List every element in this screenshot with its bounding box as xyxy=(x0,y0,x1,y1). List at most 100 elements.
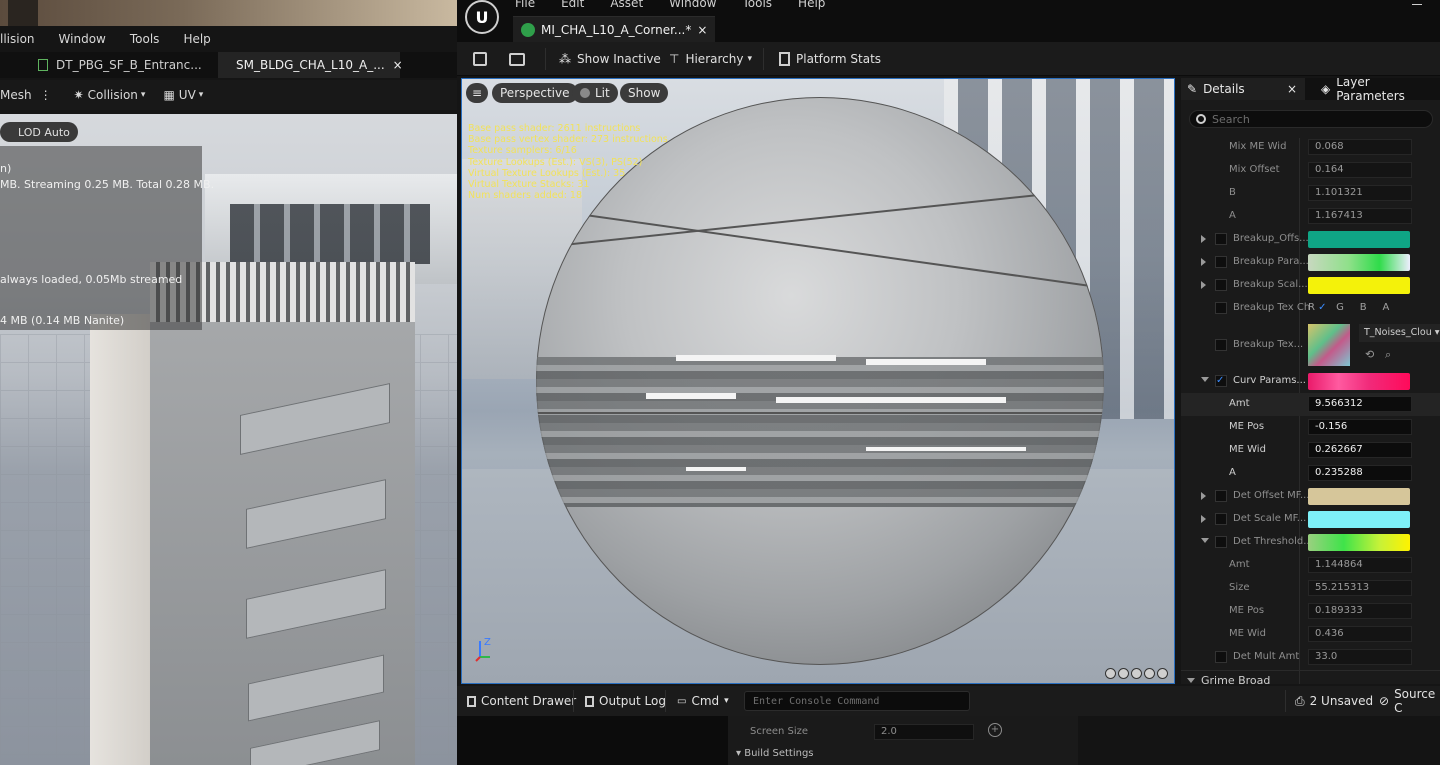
teapot-preview-icon[interactable] xyxy=(1157,668,1168,679)
lod-auto-button[interactable]: LOD Auto xyxy=(0,122,78,142)
lit-button[interactable]: Lit xyxy=(572,83,618,103)
color-swatch[interactable] xyxy=(1308,511,1410,528)
tab-material-instance[interactable]: MI_CHA_L10_A_Corner...* × xyxy=(513,16,716,42)
perspective-button[interactable]: Perspective xyxy=(492,83,578,103)
param-value-field[interactable]: 0.189333 xyxy=(1308,603,1412,619)
color-swatch[interactable] xyxy=(1308,534,1410,551)
menu-tools[interactable]: Tools xyxy=(130,32,160,46)
close-icon[interactable]: × xyxy=(1287,82,1297,96)
menu-tools[interactable]: Tools xyxy=(742,0,772,10)
expand-arrow-icon[interactable] xyxy=(1201,281,1206,289)
tab-close-icon[interactable]: × xyxy=(393,58,403,72)
texture-asset-picker[interactable]: T_Noises_Clou ▾ xyxy=(1359,324,1440,342)
hierarchy-dropdown[interactable]: ⊤ Hierarchy ▾ xyxy=(669,42,752,76)
cube-preview-icon[interactable] xyxy=(1144,668,1155,679)
override-checkbox[interactable] xyxy=(1215,256,1227,268)
color-swatch[interactable] xyxy=(1308,488,1410,505)
console-placeholder: Enter Console Command xyxy=(753,695,880,707)
param-value-field[interactable]: 0.262667 xyxy=(1308,442,1412,458)
cylinder-preview-icon[interactable] xyxy=(1105,668,1116,679)
channel-a[interactable]: A xyxy=(1383,302,1390,313)
channel-r[interactable]: R xyxy=(1308,302,1315,313)
screen-size-field[interactable]: 2.0 xyxy=(874,724,974,740)
source-control-button[interactable]: ⊘ Source C xyxy=(1379,686,1440,716)
texture-thumbnail[interactable] xyxy=(1308,324,1350,366)
sphere-preview-icon[interactable] xyxy=(1118,668,1129,679)
override-checkbox[interactable] xyxy=(1215,513,1227,525)
color-swatch[interactable] xyxy=(1308,231,1410,248)
override-checkbox[interactable] xyxy=(1215,279,1227,291)
param-value-field[interactable]: 0.068 xyxy=(1308,139,1412,155)
override-checkbox[interactable] xyxy=(1215,536,1227,548)
collapse-arrow-icon[interactable] xyxy=(1201,538,1209,543)
override-checkbox-checked[interactable]: ✓ xyxy=(1215,375,1227,387)
param-value-field[interactable]: 1.101321 xyxy=(1308,185,1412,201)
browse-asset-icon[interactable]: ⌕ xyxy=(1385,348,1391,362)
param-value-field[interactable]: 0.235288 xyxy=(1308,465,1412,481)
add-icon[interactable]: + xyxy=(988,723,1002,737)
expand-arrow-icon[interactable] xyxy=(1201,258,1206,266)
param-value-field[interactable]: 0.164 xyxy=(1308,162,1412,178)
tab-details[interactable]: ✎ Details × xyxy=(1181,78,1305,100)
tab-sm-bldg[interactable]: SM_BLDG_CHA_L10_A_... × xyxy=(218,52,403,78)
menu-window[interactable]: Window xyxy=(669,0,716,10)
menu-edit[interactable]: Edit xyxy=(561,0,584,10)
override-checkbox[interactable] xyxy=(1215,651,1227,663)
override-checkbox[interactable] xyxy=(1215,233,1227,245)
color-swatch[interactable] xyxy=(1308,373,1410,390)
override-checkbox[interactable] xyxy=(1215,302,1227,314)
save-button[interactable] xyxy=(473,42,487,76)
platform-stats-button[interactable]: Platform Stats xyxy=(779,42,881,76)
mesh-viewport[interactable]: LOD Auto n) MB. Streaming 0.25 MB. Total… xyxy=(0,114,457,765)
mesh-menu[interactable]: Mesh ⋮ xyxy=(0,88,52,102)
param-value-field[interactable]: 1.167413 xyxy=(1308,208,1412,224)
collision-dropdown[interactable]: ✷ Collision ▾ xyxy=(74,88,146,102)
output-log-button[interactable]: Output Log xyxy=(585,686,666,716)
cmd-dropdown[interactable]: ▭ Cmd ▾ xyxy=(677,686,729,716)
unreal-logo-icon[interactable]: U xyxy=(465,0,499,34)
console-command-input[interactable]: Enter Console Command xyxy=(744,691,970,711)
uv-dropdown[interactable]: ▦ UV ▾ xyxy=(163,88,203,102)
plane-preview-icon[interactable] xyxy=(1131,668,1142,679)
details-search-input[interactable]: Search xyxy=(1189,110,1433,128)
tab-close-icon[interactable]: × xyxy=(697,23,707,37)
menu-help[interactable]: Help xyxy=(798,0,825,10)
tab-layer-parameters[interactable]: ◈ Layer Parameters xyxy=(1321,78,1440,103)
color-swatch[interactable] xyxy=(1308,254,1410,271)
param-value-field[interactable]: 55.215313 xyxy=(1308,580,1412,596)
material-preview-viewport[interactable]: ≡ Perspective Lit Show Base pass shader:… xyxy=(461,78,1175,684)
build-settings-group[interactable]: ▾ Build Settings xyxy=(736,748,814,759)
minimize-icon[interactable] xyxy=(1412,4,1422,5)
override-checkbox[interactable] xyxy=(1215,490,1227,502)
show-button[interactable]: Show xyxy=(620,83,669,103)
viewport-menu-button[interactable]: ≡ xyxy=(466,83,488,103)
param-value-field[interactable]: -0.156 xyxy=(1308,419,1412,435)
expand-arrow-icon[interactable] xyxy=(1201,235,1206,243)
tab-dt-pbg[interactable]: DT_PBG_SF_B_Entranc... xyxy=(30,52,210,78)
menu-window[interactable]: Window xyxy=(59,32,106,46)
channel-g[interactable]: G xyxy=(1336,302,1344,313)
param-value-field[interactable]: 33.0 xyxy=(1308,649,1412,665)
content-drawer-button[interactable]: Content Drawer xyxy=(467,686,576,716)
collapse-arrow-icon[interactable] xyxy=(1187,678,1195,683)
param-group-grime-broad[interactable]: Grime Broad xyxy=(1181,670,1440,684)
collapse-arrow-icon[interactable] xyxy=(1201,377,1209,382)
menu-help[interactable]: Help xyxy=(183,32,210,46)
param-value-field[interactable]: 0.436 xyxy=(1308,626,1412,642)
expand-arrow-icon[interactable] xyxy=(1201,515,1206,523)
show-inactive-button[interactable]: ⁂ Show Inactive xyxy=(559,42,661,76)
browse-button[interactable] xyxy=(509,42,525,76)
override-checkbox[interactable] xyxy=(1215,339,1227,351)
stats-overlay xyxy=(0,146,202,330)
color-swatch[interactable] xyxy=(1308,277,1410,294)
menu-collision[interactable]: llision xyxy=(0,32,35,46)
menu-file[interactable]: File xyxy=(515,0,535,10)
param-value-field[interactable]: 9.566312 xyxy=(1308,396,1412,412)
unsaved-button[interactable]: ⎙ 2 Unsaved xyxy=(1295,686,1373,716)
channel-b[interactable]: B xyxy=(1360,302,1367,313)
channel-toggles[interactable]: R ✓ G B A xyxy=(1308,302,1389,313)
expand-arrow-icon[interactable] xyxy=(1201,492,1206,500)
menu-asset[interactable]: Asset xyxy=(610,0,643,10)
use-selected-icon[interactable]: ⟲ xyxy=(1365,348,1374,361)
param-value-field[interactable]: 1.144864 xyxy=(1308,557,1412,573)
